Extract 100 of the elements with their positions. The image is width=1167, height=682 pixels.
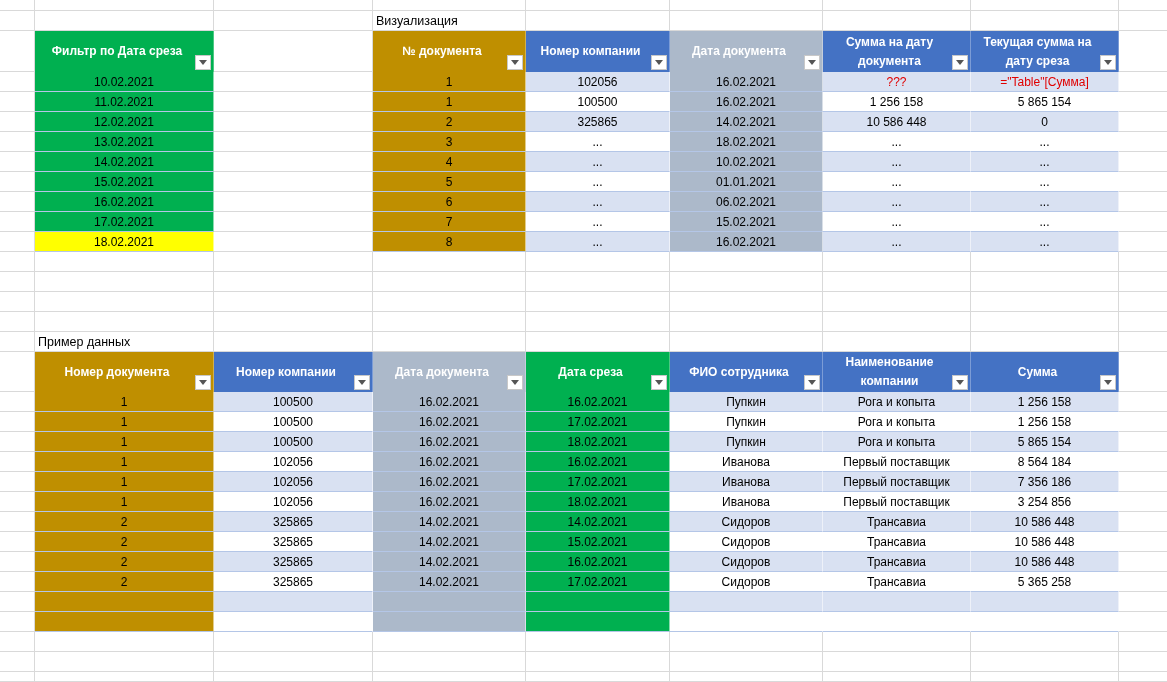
dropdown-arrow-icon bbox=[956, 60, 964, 65]
filter-dropdown-button[interactable] bbox=[1100, 375, 1116, 390]
table-cell: 6 bbox=[373, 192, 526, 212]
table-cell: 16.02.2021 bbox=[670, 92, 823, 112]
table-cell: 16.02.2021 bbox=[670, 72, 823, 92]
table-cell: 7 bbox=[373, 212, 526, 232]
table-cell: 13.02.2021 bbox=[35, 132, 214, 152]
table-cell: 16.02.2021 bbox=[373, 412, 526, 432]
filter-dropdown-button[interactable] bbox=[507, 375, 523, 390]
dropdown-arrow-icon bbox=[655, 60, 663, 65]
table-cell: 4 bbox=[373, 152, 526, 172]
table-cell: ... bbox=[823, 152, 971, 172]
table-cell: Пупкин bbox=[670, 392, 823, 412]
table-cell: 5 865 154 bbox=[971, 92, 1119, 112]
table-cell: 1 bbox=[35, 472, 214, 492]
table-cell: 2 bbox=[35, 552, 214, 572]
header-label: Сумма bbox=[1017, 363, 1058, 381]
filter-dropdown-button[interactable] bbox=[354, 375, 370, 390]
filter-dropdown-button[interactable] bbox=[651, 55, 667, 70]
table-cell: Сидоров bbox=[670, 552, 823, 572]
table-cell: ... bbox=[823, 132, 971, 152]
table-cell: Иванова bbox=[670, 492, 823, 512]
section-title: Визуализация bbox=[376, 14, 458, 28]
table-cell: 16.02.2021 bbox=[526, 552, 670, 572]
table-cell: 100500 bbox=[526, 92, 670, 112]
table-cell: 1 bbox=[373, 72, 526, 92]
header-label: Дата среза bbox=[558, 363, 623, 381]
table-cell: Трансавиа bbox=[823, 532, 971, 552]
filter-dropdown-button[interactable] bbox=[195, 375, 211, 390]
dropdown-arrow-icon bbox=[1104, 380, 1112, 385]
table-cell: 18.02.2021 bbox=[526, 432, 670, 452]
table-cell: 2 bbox=[35, 512, 214, 532]
table-cell: 325865 bbox=[214, 552, 373, 572]
table-cell: 102056 bbox=[214, 452, 373, 472]
table-cell: 1 bbox=[35, 492, 214, 512]
table-cell: Трансавиа bbox=[823, 572, 971, 592]
table-cell: 2 bbox=[35, 572, 214, 592]
table-cell: 01.01.2021 bbox=[670, 172, 823, 192]
header-label: Номер компании bbox=[540, 43, 641, 60]
dropdown-arrow-icon bbox=[808, 60, 816, 65]
table-cell: 10 586 448 bbox=[971, 552, 1119, 572]
table-cell: ... bbox=[823, 232, 971, 252]
table-cell: Пупкин bbox=[670, 432, 823, 452]
table-cell: 10.02.2021 bbox=[35, 72, 214, 92]
header-label: Номер компании bbox=[236, 363, 336, 381]
table-cell: 16.02.2021 bbox=[373, 432, 526, 452]
table-cell: 100500 bbox=[214, 412, 373, 432]
filter-dropdown-button[interactable] bbox=[804, 375, 820, 390]
dropdown-arrow-icon bbox=[808, 380, 816, 385]
table-cell: Иванова bbox=[670, 452, 823, 472]
table-cell: 102056 bbox=[214, 492, 373, 512]
header-label: Номер документа bbox=[64, 363, 170, 381]
table-cell: ... bbox=[971, 212, 1119, 232]
table-cell: ... bbox=[526, 232, 670, 252]
table-cell: 14.02.2021 bbox=[35, 152, 214, 172]
table-cell: 1 256 158 bbox=[971, 412, 1119, 432]
header-label: Дата документа bbox=[395, 363, 489, 381]
dropdown-arrow-icon bbox=[199, 380, 207, 385]
section-title: Пример данных bbox=[38, 335, 131, 349]
table-cell: 1 bbox=[373, 92, 526, 112]
table-cell: 15.02.2021 bbox=[526, 532, 670, 552]
dropdown-arrow-icon bbox=[199, 60, 207, 65]
table-cell: 14.02.2021 bbox=[373, 552, 526, 572]
table-cell: 2 bbox=[35, 532, 214, 552]
table-cell: Первый поставщик bbox=[823, 452, 971, 472]
table-cell: 10 586 448 bbox=[823, 112, 971, 132]
header-label: Наименование компании bbox=[844, 354, 935, 390]
table-cell: 102056 bbox=[526, 72, 670, 92]
table-cell: 14.02.2021 bbox=[373, 532, 526, 552]
table-cell: ... bbox=[526, 212, 670, 232]
filter-dropdown-button[interactable] bbox=[804, 55, 820, 70]
filter-dropdown-button[interactable] bbox=[651, 375, 667, 390]
table-cell: 16.02.2021 bbox=[373, 472, 526, 492]
table-cell: 17.02.2021 bbox=[526, 412, 670, 432]
table-cell: Рога и копыта bbox=[823, 392, 971, 412]
table-cell: 16.02.2021 bbox=[526, 452, 670, 472]
table-cell: 16.02.2021 bbox=[670, 232, 823, 252]
filter-dropdown-button[interactable] bbox=[1100, 55, 1116, 70]
table-cell: Сидоров bbox=[670, 512, 823, 532]
table-cell: 100500 bbox=[214, 432, 373, 452]
table-cell: 1 bbox=[35, 452, 214, 472]
table-cell: 1 256 158 bbox=[971, 392, 1119, 412]
header-label: ФИО сотрудника bbox=[689, 363, 789, 381]
table-cell: Первый поставщик bbox=[823, 472, 971, 492]
table-cell: Трансавиа bbox=[823, 512, 971, 532]
dropdown-arrow-icon bbox=[511, 60, 519, 65]
filter-dropdown-button[interactable] bbox=[952, 375, 968, 390]
table-cell: 8 564 184 bbox=[971, 452, 1119, 472]
table-cell: 15.02.2021 bbox=[670, 212, 823, 232]
table-cell: 11.02.2021 bbox=[35, 92, 214, 112]
table-cell: 5 365 258 bbox=[971, 572, 1119, 592]
table-cell: Сидоров bbox=[670, 572, 823, 592]
table-cell: 7 356 186 bbox=[971, 472, 1119, 492]
filter-dropdown-button[interactable] bbox=[952, 55, 968, 70]
dropdown-arrow-icon bbox=[358, 380, 366, 385]
filter-dropdown-button[interactable] bbox=[195, 55, 211, 70]
table-cell: 100500 bbox=[214, 392, 373, 412]
table-cell: ="Table"[Сумма] bbox=[971, 72, 1119, 92]
filter-dropdown-button[interactable] bbox=[507, 55, 523, 70]
table-cell: 17.02.2021 bbox=[35, 212, 214, 232]
